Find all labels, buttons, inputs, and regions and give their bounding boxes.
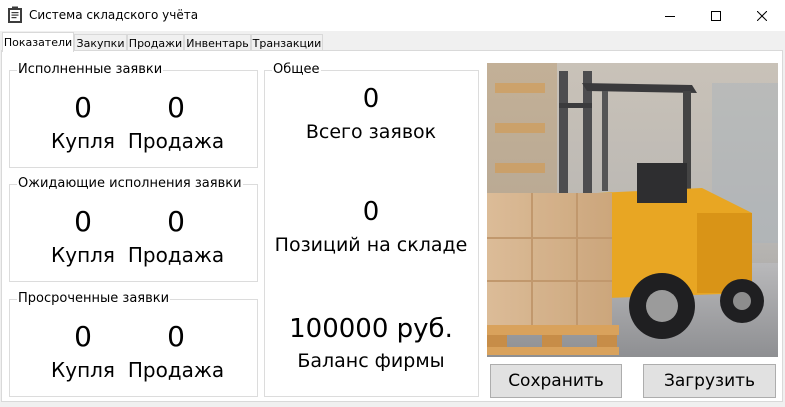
group-title: Общее: [272, 62, 321, 77]
maximize-button[interactable]: [693, 0, 739, 31]
clipboard-icon: [8, 6, 22, 23]
tab-indicators[interactable]: Показатели: [2, 32, 74, 52]
forklift-image: [487, 63, 778, 357]
pending-sell-value: 0: [167, 205, 185, 238]
total-orders-value: 0: [362, 84, 380, 114]
overdue-orders-group: Просроченные заявки 0 Купля 0 Продажа: [9, 291, 258, 397]
fulfilled-sell-value: 0: [167, 91, 185, 124]
overdue-sell-label: Продажа: [127, 358, 225, 382]
group-title: Просроченные заявки: [17, 291, 171, 306]
save-button[interactable]: Сохранить: [490, 364, 622, 398]
overdue-buy-value: 0: [74, 320, 92, 353]
tab-inventory[interactable]: Инвентарь: [184, 34, 251, 51]
tab-sales[interactable]: Продажи: [127, 34, 184, 51]
pending-orders-group: Ожидающие исполнения заявки 0 Купля 0 Пр…: [9, 176, 258, 282]
window-title: Система складского учёта: [29, 8, 199, 22]
fulfilled-buy-label: Купля: [51, 129, 115, 153]
group-title: Исполненные заявки: [17, 62, 164, 77]
minimize-icon: [665, 15, 675, 17]
indicators-panel: Исполненные заявки 0 Купля 0 Продажа Ожи…: [1, 50, 783, 402]
tab-purchases[interactable]: Закупки: [74, 34, 127, 51]
title-bar: Система складского учёта: [0, 0, 785, 31]
balance-label: Баланс фирмы: [297, 350, 445, 372]
fulfilled-orders-group: Исполненные заявки 0 Купля 0 Продажа: [9, 62, 258, 168]
stock-positions-value: 0: [362, 197, 380, 227]
overdue-buy-label: Купля: [51, 358, 115, 382]
minimize-button[interactable]: [647, 0, 693, 31]
total-orders-label: Всего заявок: [305, 121, 437, 143]
close-button[interactable]: [739, 0, 785, 31]
general-group: Общее 0 Всего заявок 0 Позиций на складе…: [264, 62, 479, 397]
overdue-sell-value: 0: [167, 320, 185, 353]
pending-buy-label: Купля: [51, 243, 115, 267]
balance-value: 100000 руб.: [289, 314, 453, 344]
pending-sell-label: Продажа: [127, 243, 225, 267]
maximize-icon: [711, 10, 721, 21]
close-icon: [757, 10, 767, 21]
group-title: Ожидающие исполнения заявки: [17, 176, 243, 191]
stock-positions-label: Позиций на складе: [274, 234, 468, 256]
load-button[interactable]: Загрузить: [643, 364, 776, 398]
tab-transactions[interactable]: Транзакции: [251, 34, 323, 51]
fulfilled-sell-label: Продажа: [127, 129, 225, 153]
pending-buy-value: 0: [74, 205, 92, 238]
fulfilled-buy-value: 0: [74, 91, 92, 124]
